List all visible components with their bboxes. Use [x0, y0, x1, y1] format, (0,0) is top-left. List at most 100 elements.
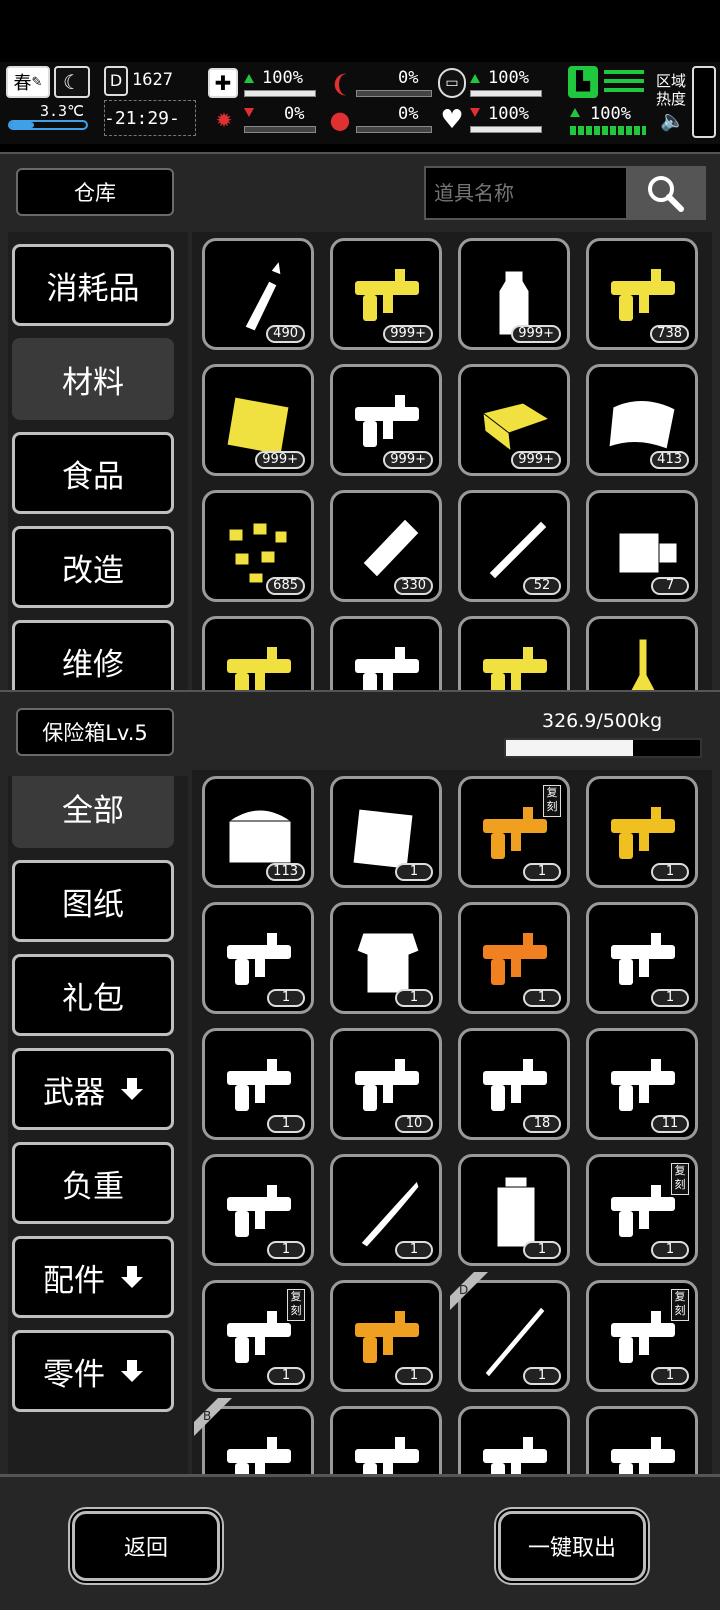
item-slot[interactable]: 1 [458, 902, 570, 1014]
item-slot[interactable] [330, 616, 442, 692]
safebox-panel: 保险箱Lv.5 326.9/500kg 全部 图纸 礼包 武器 负重 配件 零件 113 1 … [0, 690, 720, 1476]
item-slot[interactable]: 11 [586, 1028, 698, 1140]
item-quantity: 1 [267, 1115, 305, 1133]
category-tab[interactable]: 配件 [12, 1236, 174, 1318]
expand-down-icon [121, 1078, 143, 1100]
item-slot[interactable]: 1 复刻 [586, 1280, 698, 1392]
item-slot[interactable]: 1 [202, 902, 314, 1014]
health-up-arrow [244, 74, 254, 83]
item-slot[interactable]: 52 [458, 490, 570, 602]
item-slot[interactable] [330, 1406, 442, 1476]
search-input[interactable] [426, 168, 622, 218]
boot-icon: ▙ [568, 66, 598, 98]
item-slot[interactable]: 1 复刻 [586, 1154, 698, 1266]
armor-value: 100% [488, 68, 529, 88]
safebox-item-grid[interactable]: 113 1 1 复刻 1 11 1 1 1 10 18 11 1 1 1 1 复… [192, 770, 712, 1476]
stamina-lines [604, 70, 644, 96]
item-slot[interactable]: 7 [586, 490, 698, 602]
category-tab[interactable]: 维修 [12, 620, 174, 692]
take-all-button[interactable]: 一键取出 [496, 1509, 648, 1583]
water-drop-icon: ● [329, 106, 351, 134]
expand-down-icon [121, 1266, 143, 1288]
item-slot[interactable]: 1 [586, 776, 698, 888]
category-tab[interactable]: 材料 [12, 338, 174, 420]
category-label: 食品 [62, 458, 124, 495]
item-slot[interactable]: 413 [586, 364, 698, 476]
item-slot[interactable]: 1 [202, 1028, 314, 1140]
item-quantity: 999+ [383, 325, 433, 343]
dragon-emblem-icon [483, 1437, 547, 1476]
armor-icon: ▭ [438, 68, 466, 98]
item-quantity: 113 [266, 863, 305, 881]
item-slot[interactable]: 1 [330, 1154, 442, 1266]
item-slot[interactable]: 685 [202, 490, 314, 602]
virus-icon: ✹ [215, 108, 233, 132]
item-slot[interactable]: 330 [330, 490, 442, 602]
search-button[interactable] [626, 168, 704, 218]
category-tab[interactable]: 武器 [12, 1048, 174, 1130]
item-quantity: 330 [394, 577, 433, 595]
item-quantity: 999+ [255, 451, 305, 469]
infection-bar [244, 126, 316, 133]
category-tab[interactable]: 全部 [12, 776, 174, 848]
item-quantity: 1 [523, 863, 561, 881]
item-slot[interactable]: 1 [330, 776, 442, 888]
item-slot[interactable]: 18 [458, 1028, 570, 1140]
category-tab[interactable]: 改造 [12, 526, 174, 608]
health-bar [244, 90, 316, 97]
reprint-tag: 复刻 [287, 1289, 305, 1321]
item-slot[interactable]: 1 [330, 902, 442, 1014]
item-slot[interactable]: 1 [586, 902, 698, 1014]
item-slot[interactable] [202, 616, 314, 692]
item-slot[interactable]: 738 [586, 238, 698, 350]
item-slot[interactable] [458, 616, 570, 692]
warehouse-item-grid[interactable]: 490 999+ 999+ 738 999+ 999+ 999+ 413 685 330 52… [192, 232, 712, 692]
item-quantity: 685 [266, 577, 305, 595]
item-slot[interactable] [458, 1406, 570, 1476]
item-slot[interactable]: 999+ [458, 364, 570, 476]
heart-down-arrow [470, 108, 480, 117]
item-slot[interactable]: 490 [202, 238, 314, 350]
search-icon [648, 176, 684, 212]
category-tab[interactable]: 图纸 [12, 860, 174, 942]
item-slot[interactable] [586, 616, 698, 692]
safebox-category-list[interactable]: 全部图纸礼包武器负重配件零件 [8, 776, 188, 1476]
category-tab[interactable]: 负重 [12, 1142, 174, 1224]
category-tab[interactable]: 食品 [12, 432, 174, 514]
speaker-icon[interactable]: 🔈 [660, 108, 685, 132]
warehouse-category-list[interactable]: 消耗品材料食品改造维修 [8, 232, 188, 692]
back-button[interactable]: 返回 [70, 1509, 222, 1583]
weight-bar-fill [506, 740, 633, 756]
item-slot[interactable]: 113 [202, 776, 314, 888]
item-slot[interactable]: 999+ [330, 364, 442, 476]
item-slot[interactable]: 1 复刻 [458, 776, 570, 888]
category-label: 图纸 [62, 886, 124, 923]
category-label: 武器 [43, 1074, 105, 1111]
item-slot[interactable]: 999+ [458, 238, 570, 350]
item-quantity: 1 [523, 989, 561, 1007]
category-label: 全部 [62, 792, 124, 829]
item-slot[interactable]: 999+ [330, 238, 442, 350]
item-slot[interactable]: 1 [330, 1280, 442, 1392]
item-slot[interactable]: 10 [330, 1028, 442, 1140]
item-slot[interactable]: 1 [458, 1154, 570, 1266]
rarity-letter: B [203, 1409, 211, 1423]
item-quantity: 1 [523, 1367, 561, 1385]
item-slot[interactable]: 1 复刻 [202, 1280, 314, 1392]
item-quantity: 999+ [383, 451, 433, 469]
category-tab[interactable]: 零件 [12, 1330, 174, 1412]
category-label: 改造 [62, 552, 124, 589]
medkit-icon: ✚ [208, 68, 238, 98]
category-tab[interactable]: 消耗品 [12, 244, 174, 326]
item-quantity: 52 [523, 577, 561, 595]
category-tab[interactable]: 礼包 [12, 954, 174, 1036]
stomach-value: 0% [398, 68, 419, 88]
item-slot[interactable]: 999+ [202, 364, 314, 476]
item-slot[interactable]: 1 [202, 1154, 314, 1266]
infection-down-arrow [244, 108, 254, 117]
item-quantity: 18 [523, 1115, 561, 1133]
item-slot[interactable] [586, 1406, 698, 1476]
thermometer-icon [8, 120, 88, 130]
item-quantity: 10 [395, 1115, 433, 1133]
dragon-emblem-icon [611, 1437, 675, 1476]
